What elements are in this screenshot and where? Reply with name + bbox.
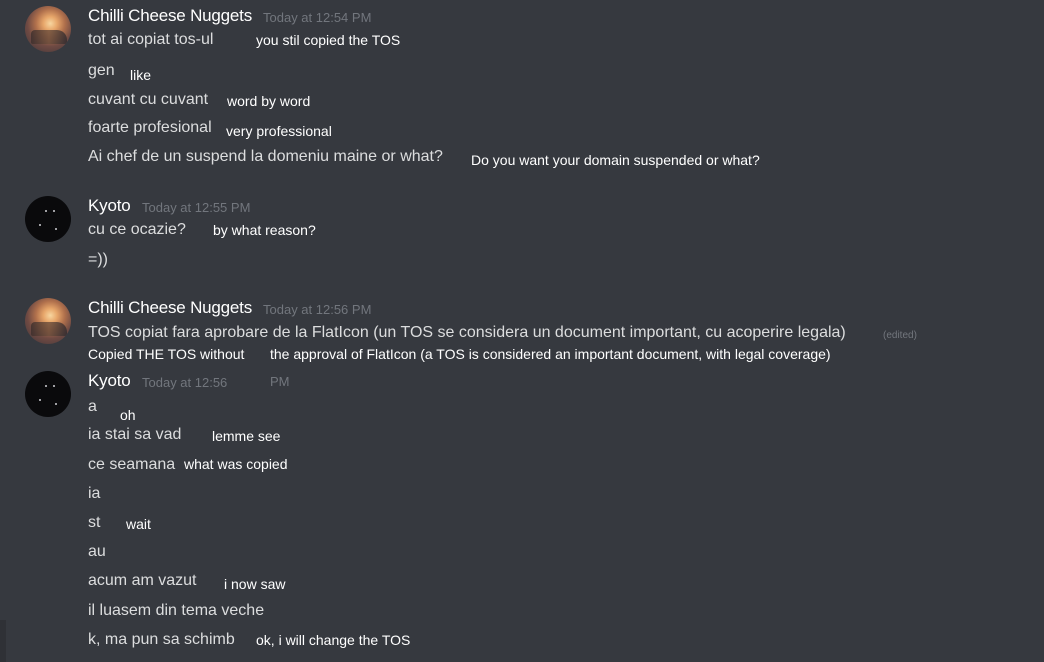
message-text: =)): [88, 251, 108, 268]
message-text: gen: [88, 62, 115, 79]
message-text: foarte profesional: [88, 119, 212, 136]
message-timestamp: Today at 12:56: [142, 375, 228, 390]
message-timestamp-suffix: PM: [270, 374, 290, 389]
translation-note: oh: [120, 407, 136, 423]
message-text: a: [88, 398, 97, 415]
username[interactable]: Chilli Cheese Nuggets: [88, 6, 252, 26]
username[interactable]: Chilli Cheese Nuggets: [88, 298, 252, 318]
avatar[interactable]: [25, 298, 71, 344]
message-text: cu ce ocazie?: [88, 221, 186, 238]
translation-note: you stil copied the TOS: [256, 32, 401, 48]
message-text: ce seamana: [88, 456, 176, 473]
message-text: tot ai copiat tos-ul: [88, 31, 214, 48]
message-text: k, ma pun sa schimb: [88, 631, 235, 648]
message-text: st: [88, 514, 101, 531]
message-text: acum am vazut: [88, 572, 197, 589]
edited-label: (edited): [883, 330, 917, 341]
translation-note: word by word: [227, 93, 311, 109]
username[interactable]: Kyoto: [88, 196, 131, 216]
translation-note: what was copied: [184, 456, 288, 472]
translation-note: Do you want your domain suspended or wha…: [471, 152, 760, 168]
translation-note: lemme see: [212, 428, 281, 444]
message-timestamp: Today at 12:55 PM: [142, 200, 251, 215]
message-text: ia: [88, 485, 101, 502]
translation-note: i now saw: [224, 576, 286, 592]
message-text: TOS copiat fara aprobare de la FlatIcon …: [88, 324, 846, 341]
avatar[interactable]: [25, 371, 71, 417]
message-text: ia stai sa vad: [88, 426, 182, 443]
message-text: cuvant cu cuvant: [88, 91, 209, 108]
translation-note: by what reason?: [213, 222, 316, 238]
username[interactable]: Kyoto: [88, 371, 131, 391]
message-timestamp: Today at 12:54 PM: [263, 10, 372, 25]
avatar[interactable]: [25, 6, 71, 52]
avatar[interactable]: [25, 196, 71, 242]
message-text: il luasem din tema veche: [88, 602, 265, 619]
translation-note: Copied THE TOS without: [88, 346, 245, 362]
message-timestamp: Today at 12:56 PM: [263, 302, 372, 317]
translation-note: ok, i will change the TOS: [256, 632, 411, 648]
scrollbar-edge[interactable]: [0, 620, 6, 662]
message-text: Ai chef de un suspend la domeniu maine o…: [88, 148, 443, 165]
translation-note: very professional: [226, 123, 332, 139]
translation-note: the approval of FlatIcon (a TOS is consi…: [270, 346, 831, 362]
translation-note: wait: [126, 516, 151, 532]
translation-note: like: [130, 67, 152, 83]
message-text: au: [88, 543, 106, 560]
